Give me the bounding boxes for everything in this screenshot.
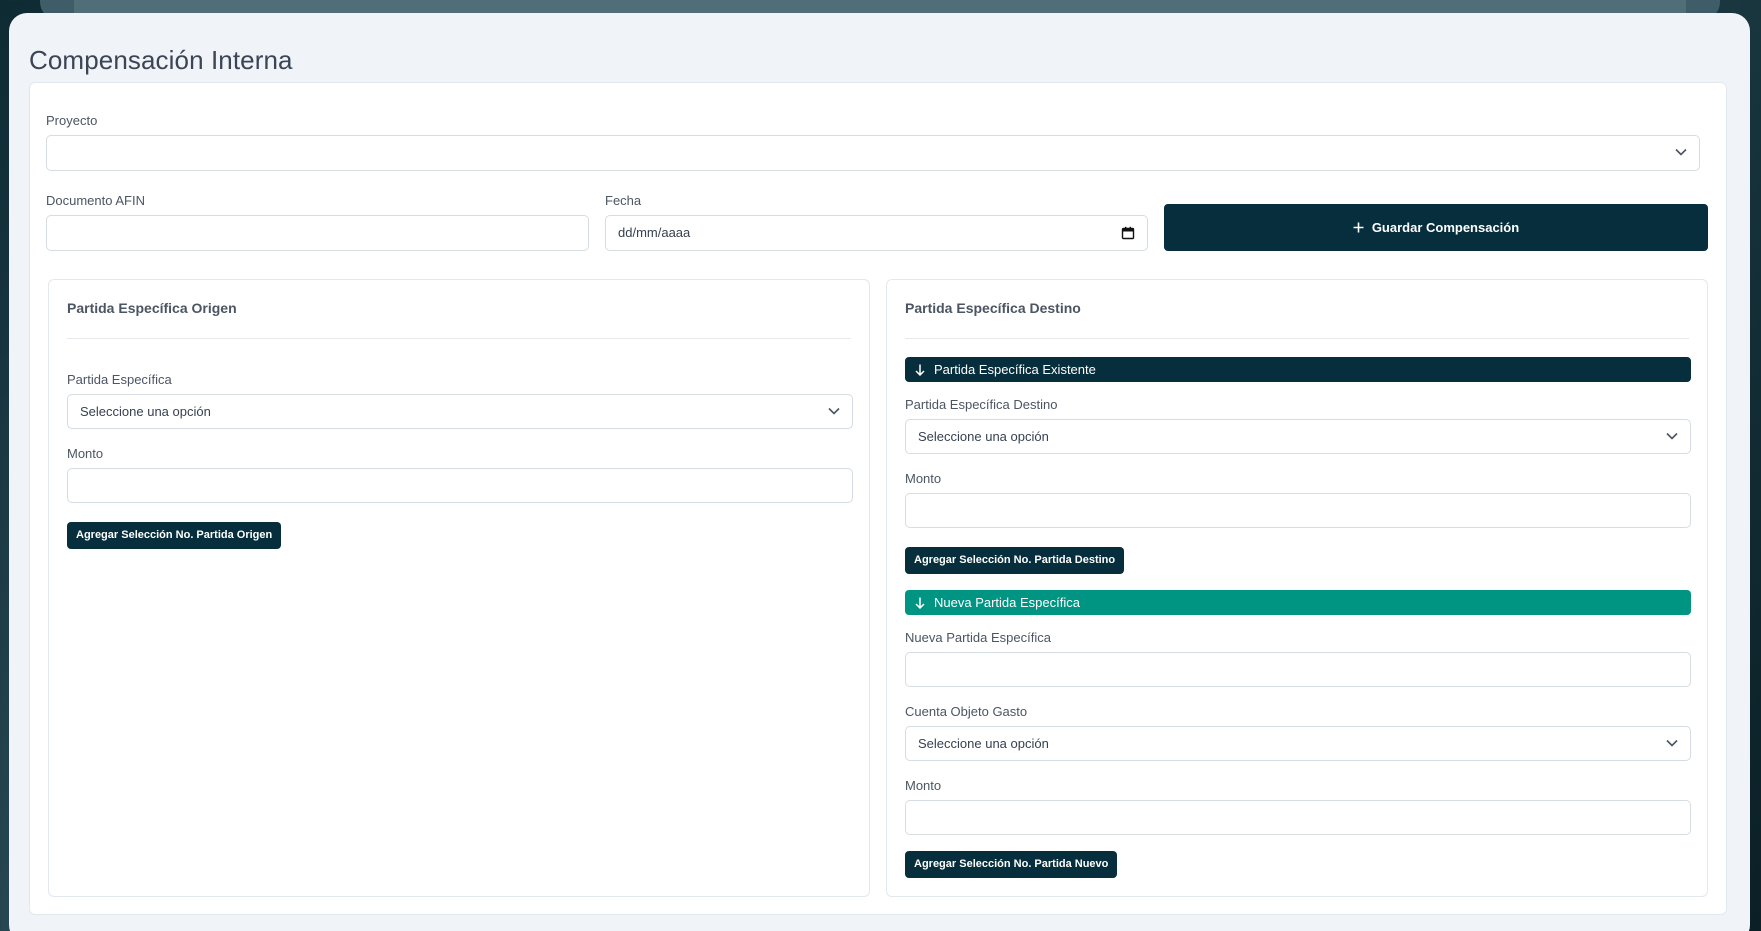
main-container: Compensación Interna Proyecto Documento … [9,13,1750,931]
partida-existente-section-label: Partida Específica Existente [934,362,1096,377]
page-title: Compensación Interna [29,45,293,75]
documento-afin-label: Documento AFIN [46,193,145,208]
arrow-down-icon [915,597,925,609]
origen-partida-select[interactable]: Seleccione una opción [67,394,853,429]
cuenta-objeto-gasto-select[interactable]: Seleccione una opción [905,726,1691,761]
nueva-partida-field[interactable] [905,652,1691,687]
calendar-icon[interactable] [1121,226,1135,240]
origen-partida-label: Partida Específica [67,372,172,387]
agregar-partida-nuevo-button[interactable]: Agregar Selección No. Partida Nuevo [905,851,1118,878]
destino-partida-select[interactable]: Seleccione una opción [905,419,1691,454]
fecha-field[interactable]: dd/mm/aaaa [605,215,1148,251]
origen-panel: Partida Específica Origen Partida Especí… [48,279,870,897]
documento-afin-input[interactable] [47,216,588,250]
agregar-partida-destino-button[interactable]: Agregar Selección No. Partida Destino [905,547,1125,574]
chevron-down-icon [1666,739,1678,747]
plus-icon [1353,222,1364,233]
arrow-down-icon [915,364,925,376]
origen-divider [67,338,851,339]
chevron-down-icon [828,407,840,415]
nueva-monto-label: Monto [905,778,942,793]
cuenta-objeto-gasto-select-value: Seleccione una opción [918,736,1049,751]
form-card: Proyecto Documento AFIN Fecha dd/mm/aaaa… [29,82,1727,915]
nueva-partida-section-label: Nueva Partida Específica [934,595,1080,610]
destino-monto-label: Monto [905,471,942,486]
guardar-compensacion-button[interactable]: Guardar Compensación [1164,204,1708,251]
fecha-placeholder: dd/mm/aaaa [618,225,691,240]
origen-partida-select-value: Seleccione una opción [80,404,211,419]
destino-panel: Partida Específica Destino Partida Espec… [886,279,1708,897]
fecha-label: Fecha [605,193,642,208]
destino-partida-label: Partida Específica Destino [905,397,1058,412]
nueva-partida-section-bar[interactable]: Nueva Partida Específica [905,590,1691,615]
documento-afin-field[interactable] [46,215,589,251]
chevron-down-icon [1666,432,1678,440]
destino-panel-title: Partida Específica Destino [905,300,1081,316]
nueva-partida-input[interactable] [906,653,1690,686]
origen-monto-field[interactable] [67,468,853,503]
nueva-monto-input[interactable] [906,801,1690,834]
origen-panel-title: Partida Específica Origen [67,300,237,316]
destino-partida-select-value: Seleccione una opción [918,429,1049,444]
origen-monto-label: Monto [67,446,104,461]
proyecto-select[interactable] [46,135,1700,171]
agregar-partida-origen-button[interactable]: Agregar Selección No. Partida Origen [67,522,282,549]
nueva-partida-label: Nueva Partida Específica [905,630,1051,645]
nueva-monto-field[interactable] [905,800,1691,835]
destino-monto-field[interactable] [905,493,1691,528]
cuenta-objeto-gasto-label: Cuenta Objeto Gasto [905,704,1028,719]
destino-divider [905,338,1689,339]
partida-existente-section-bar[interactable]: Partida Específica Existente [905,357,1691,382]
destino-monto-input[interactable] [906,494,1690,527]
guardar-compensacion-label: Guardar Compensación [1371,220,1520,235]
chevron-down-icon [1675,148,1687,156]
origen-monto-input[interactable] [68,469,852,502]
proyecto-label: Proyecto [46,113,98,128]
